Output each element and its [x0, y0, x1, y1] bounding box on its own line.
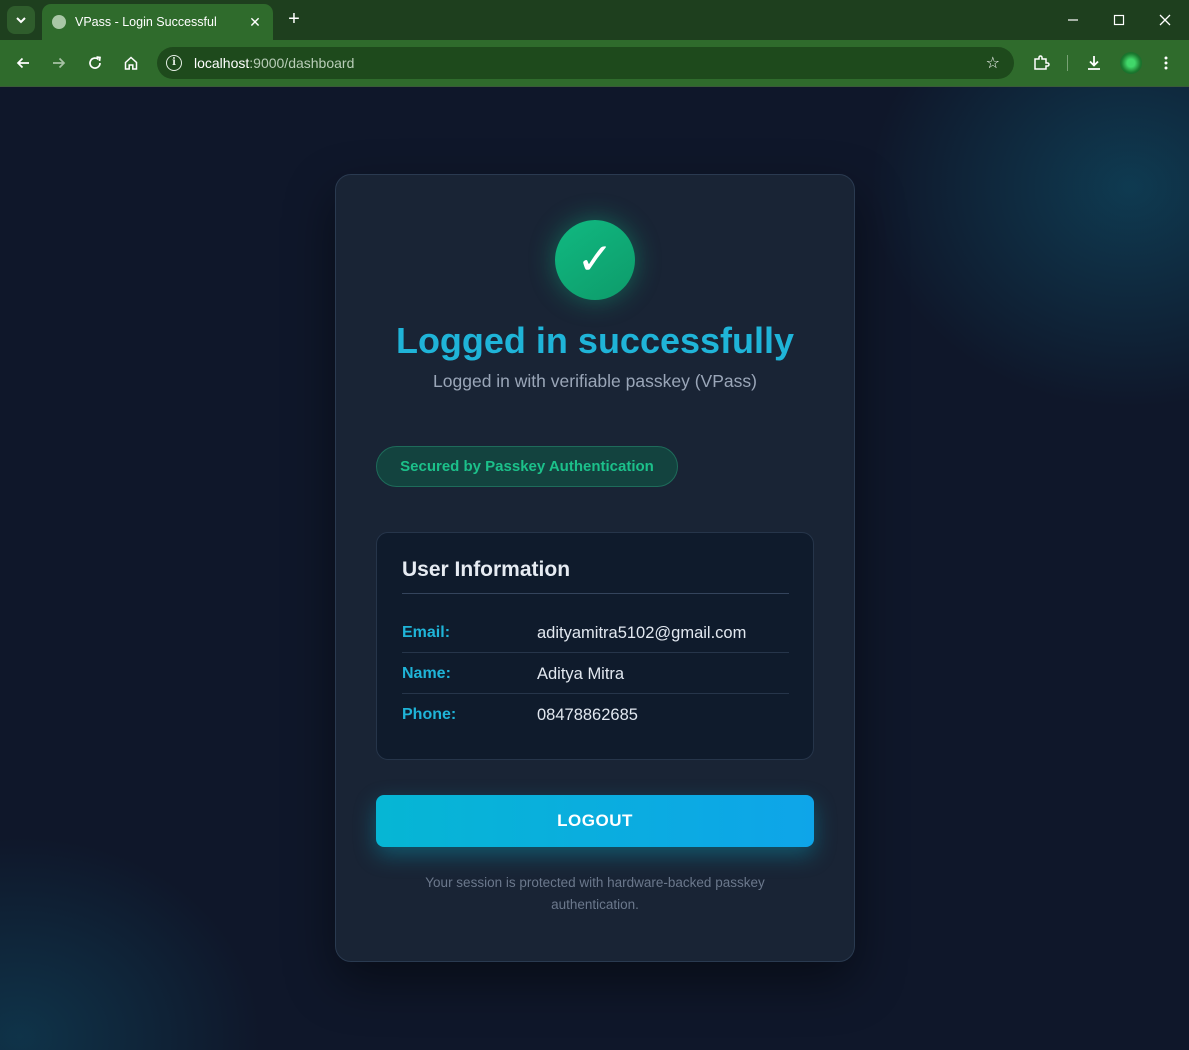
- security-badge: Secured by Passkey Authentication: [376, 446, 678, 487]
- url-text: localhost:9000/dashboard: [194, 55, 354, 71]
- plus-icon[interactable]: +: [283, 8, 305, 32]
- browser-toolbar: i localhost:9000/dashboard ☆: [0, 40, 1189, 86]
- page-subtitle: Logged in with verifiable passkey (VPass…: [433, 371, 757, 391]
- page-title: Logged in successfully: [395, 320, 795, 361]
- menu-icon[interactable]: [1154, 51, 1178, 75]
- name-label: Name:: [402, 665, 451, 682]
- tab-search-icon[interactable]: [7, 6, 35, 34]
- forward-icon[interactable]: [47, 51, 71, 75]
- success-card: ✓ Logged in successfully Logged in with …: [335, 174, 855, 962]
- close-window-icon[interactable]: [1153, 8, 1177, 32]
- globe-icon: [52, 15, 66, 29]
- logout-button[interactable]: LOGOUT: [376, 795, 814, 847]
- user-info-heading: User Information: [402, 558, 571, 581]
- email-label: Email:: [402, 624, 451, 641]
- info-row-email: Email: adityamitra5102@gmail.com: [402, 612, 789, 653]
- session-footnote: Your session is protected with hardware-…: [425, 875, 765, 912]
- home-icon[interactable]: [119, 51, 143, 75]
- back-icon[interactable]: [11, 51, 35, 75]
- url-host: localhost: [194, 55, 250, 71]
- tab-title: VPass - Login Successful: [75, 15, 217, 29]
- email-value: adityamitra5102@gmail.com: [537, 624, 747, 642]
- info-row-phone: Phone: 08478862685: [402, 694, 789, 735]
- star-icon[interactable]: ☆: [986, 53, 1000, 73]
- check-icon: ✓: [555, 220, 635, 300]
- site-info-icon[interactable]: i: [166, 55, 182, 71]
- reload-icon[interactable]: [83, 51, 107, 75]
- minimize-icon[interactable]: [1061, 8, 1085, 32]
- url-path: :9000/dashboard: [249, 55, 355, 71]
- info-row-name: Name: Aditya Mitra: [402, 653, 789, 694]
- name-value: Aditya Mitra: [537, 665, 625, 683]
- active-tab[interactable]: VPass - Login Successful ✕: [42, 4, 273, 40]
- close-icon[interactable]: ✕: [247, 14, 263, 31]
- user-info-panel: User Information Email: adityamitra5102@…: [376, 532, 814, 760]
- address-bar[interactable]: i localhost:9000/dashboard ☆: [157, 47, 1014, 79]
- profile-avatar[interactable]: [1120, 52, 1142, 74]
- toolbar-divider: [1067, 55, 1068, 71]
- page-viewport: ✓ Logged in successfully Logged in with …: [0, 87, 1189, 1050]
- phone-value: 08478862685: [537, 706, 638, 724]
- maximize-icon[interactable]: [1107, 8, 1131, 32]
- phone-label: Phone:: [402, 706, 457, 723]
- heading-divider: [402, 593, 789, 594]
- extensions-icon[interactable]: [1029, 51, 1053, 75]
- download-icon[interactable]: [1082, 51, 1106, 75]
- browser-titlebar: VPass - Login Successful ✕ +: [0, 0, 1189, 40]
